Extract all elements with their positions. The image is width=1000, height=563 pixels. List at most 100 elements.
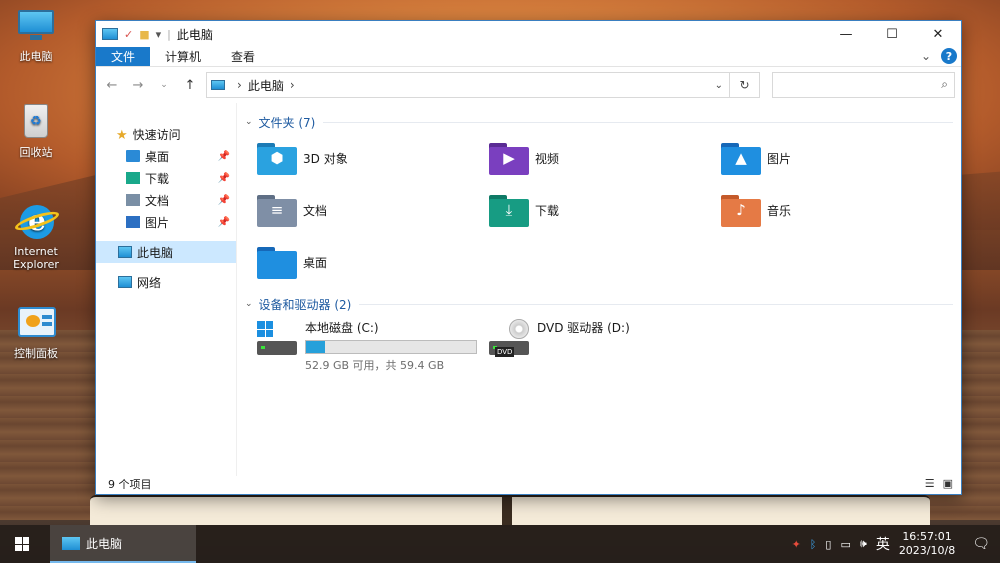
drive-c[interactable]: 本地磁盘 (C:) 52.9 GB 可用，共 59.4 GB <box>257 319 489 372</box>
forward-button[interactable]: → <box>128 78 148 93</box>
downloads-folder-icon <box>126 172 140 184</box>
system-tray: ✦ ᛒ ▯ ▭ 🕪 英 16:57:01 2023/10/8 🗨 <box>792 525 1000 563</box>
breadcrumb-this-pc[interactable]: 此电脑 <box>248 77 284 94</box>
folders-grid: ⬢ 3D 对象 ▶ 视频 ▲ 图片 ≡ 文档 ⤓ 下载 ♪ 音乐 桌面 <box>245 131 953 281</box>
disk-usage-bar <box>305 340 477 354</box>
start-button[interactable] <box>0 525 44 563</box>
desktop-icon-label: 回收站 <box>19 146 53 159</box>
refresh-button[interactable]: ↻ <box>729 73 759 97</box>
quick-access-toolbar: ✓ ■ ▾ | <box>102 28 171 41</box>
folders-group-header[interactable]: ⌄ 文件夹 (7) <box>245 113 953 131</box>
nav-documents[interactable]: 文档 📌 <box>96 189 236 211</box>
up-button[interactable]: ↑ <box>180 78 200 93</box>
nav-network[interactable]: 网络 <box>96 271 236 293</box>
nav-quick-access[interactable]: ★ 快速访问 <box>96 123 236 145</box>
address-toolbar: ← → ⌄ ↑ › 此电脑 › ⌄ ↻ ⌕ <box>96 67 961 103</box>
pin-icon: 📌 <box>217 172 230 184</box>
documents-folder-icon <box>126 194 140 206</box>
folder-3d-objects[interactable]: ⬢ 3D 对象 <box>257 139 489 177</box>
nav-label: 下载 <box>145 171 170 186</box>
folder-name: 3D 对象 <box>303 151 348 166</box>
folder-downloads[interactable]: ⤓ 下载 <box>489 191 721 229</box>
3d-objects-folder-icon: ⬢ <box>257 141 297 175</box>
devices-group-header[interactable]: ⌄ 设备和驱动器 (2) <box>245 295 953 313</box>
nav-this-pc[interactable]: 此电脑 <box>96 241 236 263</box>
folder-music[interactable]: ♪ 音乐 <box>721 191 953 229</box>
folder-pictures[interactable]: ▲ 图片 <box>721 139 953 177</box>
desktop-icon-recycle-bin[interactable]: ♻ 回收站 <box>0 104 72 160</box>
drive-d[interactable]: DVD DVD 驱动器 (D:) <box>489 319 721 365</box>
back-button[interactable]: ← <box>102 78 122 93</box>
taskbar-item-label: 此电脑 <box>86 536 123 551</box>
folder-desktop[interactable]: 桌面 <box>257 243 489 281</box>
book-spine <box>502 497 512 527</box>
minimize-button[interactable]: — <box>823 21 869 47</box>
documents-folder-icon: ≡ <box>257 193 297 227</box>
item-count: 9 个项目 <box>108 478 152 491</box>
address-dropdown-icon[interactable]: ⌄ <box>715 80 723 91</box>
collapse-chevron-icon[interactable]: ⌄ <box>245 117 253 127</box>
bluetooth-icon[interactable]: ᛒ <box>810 538 817 551</box>
folder-videos[interactable]: ▶ 视频 <box>489 139 721 177</box>
pictures-folder-icon: ▲ <box>721 141 761 175</box>
breadcrumb-chevron-icon[interactable]: › <box>237 78 242 92</box>
group-divider <box>359 303 953 305</box>
group-title: 文件夹 (7) <box>258 115 316 130</box>
desktop-icon-this-pc[interactable]: 此电脑 <box>0 8 72 64</box>
nav-label: 快速访问 <box>132 127 181 142</box>
expand-ribbon-icon[interactable]: ⌄ <box>921 49 931 63</box>
desktop-icon-label: Internet Explorer <box>13 245 59 271</box>
dvd-drive-icon: DVD <box>489 319 531 361</box>
desktop-icon-control-panel[interactable]: 控制面板 <box>0 305 72 361</box>
folder-documents[interactable]: ≡ 文档 <box>257 191 489 229</box>
clock[interactable]: 16:57:01 2023/10/8 <box>899 530 955 558</box>
pin-icon: 📌 <box>217 216 230 228</box>
folder-name: 视频 <box>535 151 560 166</box>
control-panel-icon <box>16 305 56 341</box>
customize-qat-icon[interactable]: ▾ <box>156 28 162 41</box>
battery-icon[interactable]: ▯ <box>825 538 831 551</box>
window-title: 此电脑 <box>176 27 213 42</box>
group-title: 设备和驱动器 (2) <box>258 297 352 312</box>
title-bar[interactable]: ✓ ■ ▾ | 此电脑 — ☐ ✕ <box>96 21 961 47</box>
search-input[interactable]: ⌕ <box>772 72 955 98</box>
collapse-chevron-icon[interactable]: ⌄ <box>245 299 253 309</box>
desktop-icon-label: 此电脑 <box>19 50 53 63</box>
display-icon[interactable]: ▭ <box>840 538 850 551</box>
nav-pictures[interactable]: 图片 📌 <box>96 211 236 233</box>
qat-divider: | <box>167 27 171 41</box>
desktop-icon-internet-explorer[interactable]: e Internet Explorer <box>0 205 72 271</box>
ribbon-tabs: 文件 计算机 查看 ⌄ ? <box>96 47 961 67</box>
maximize-button[interactable]: ☐ <box>869 21 915 47</box>
details-view-icon[interactable]: ☰ <box>925 477 935 490</box>
help-icon[interactable]: ? <box>941 48 957 64</box>
notifications-icon[interactable]: 🗨 <box>972 536 990 552</box>
window-controls: — ☐ ✕ <box>823 21 961 47</box>
folder-name: 桌面 <box>303 255 328 270</box>
recent-locations-button[interactable]: ⌄ <box>154 80 174 90</box>
disk-usage-fill <box>306 341 325 353</box>
clock-date: 2023/10/8 <box>898 544 956 557</box>
this-pc-icon <box>211 80 225 90</box>
close-button[interactable]: ✕ <box>915 21 961 47</box>
tab-view[interactable]: 查看 <box>216 47 270 66</box>
clock-time: 16:57:01 <box>902 530 952 543</box>
tab-file[interactable]: 文件 <box>96 47 151 66</box>
nav-label: 文档 <box>145 193 170 208</box>
recycle-bin-icon: ♻ <box>16 104 56 140</box>
nav-desktop[interactable]: 桌面 📌 <box>96 145 236 167</box>
status-bar: 9 个项目 ☰ ▣ <box>96 474 961 494</box>
tab-computer[interactable]: 计算机 <box>150 47 216 66</box>
ime-indicator[interactable]: 英 <box>876 534 890 554</box>
network-tray-icon[interactable]: ✦ <box>792 538 801 551</box>
new-folder-icon[interactable]: ■ <box>139 28 149 41</box>
desktop-icon-label: 控制面板 <box>14 347 58 360</box>
volume-icon[interactable]: 🕪 <box>860 537 867 551</box>
nav-downloads[interactable]: 下载 📌 <box>96 167 236 189</box>
properties-icon[interactable]: ✓ <box>124 28 133 41</box>
address-bar[interactable]: › 此电脑 › ⌄ ↻ <box>206 72 760 98</box>
breadcrumb-chevron-icon[interactable]: › <box>290 78 295 92</box>
large-icons-view-icon[interactable]: ▣ <box>943 477 953 490</box>
nav-label: 此电脑 <box>137 245 174 260</box>
taskbar-item-this-pc[interactable]: 此电脑 <box>50 525 196 563</box>
